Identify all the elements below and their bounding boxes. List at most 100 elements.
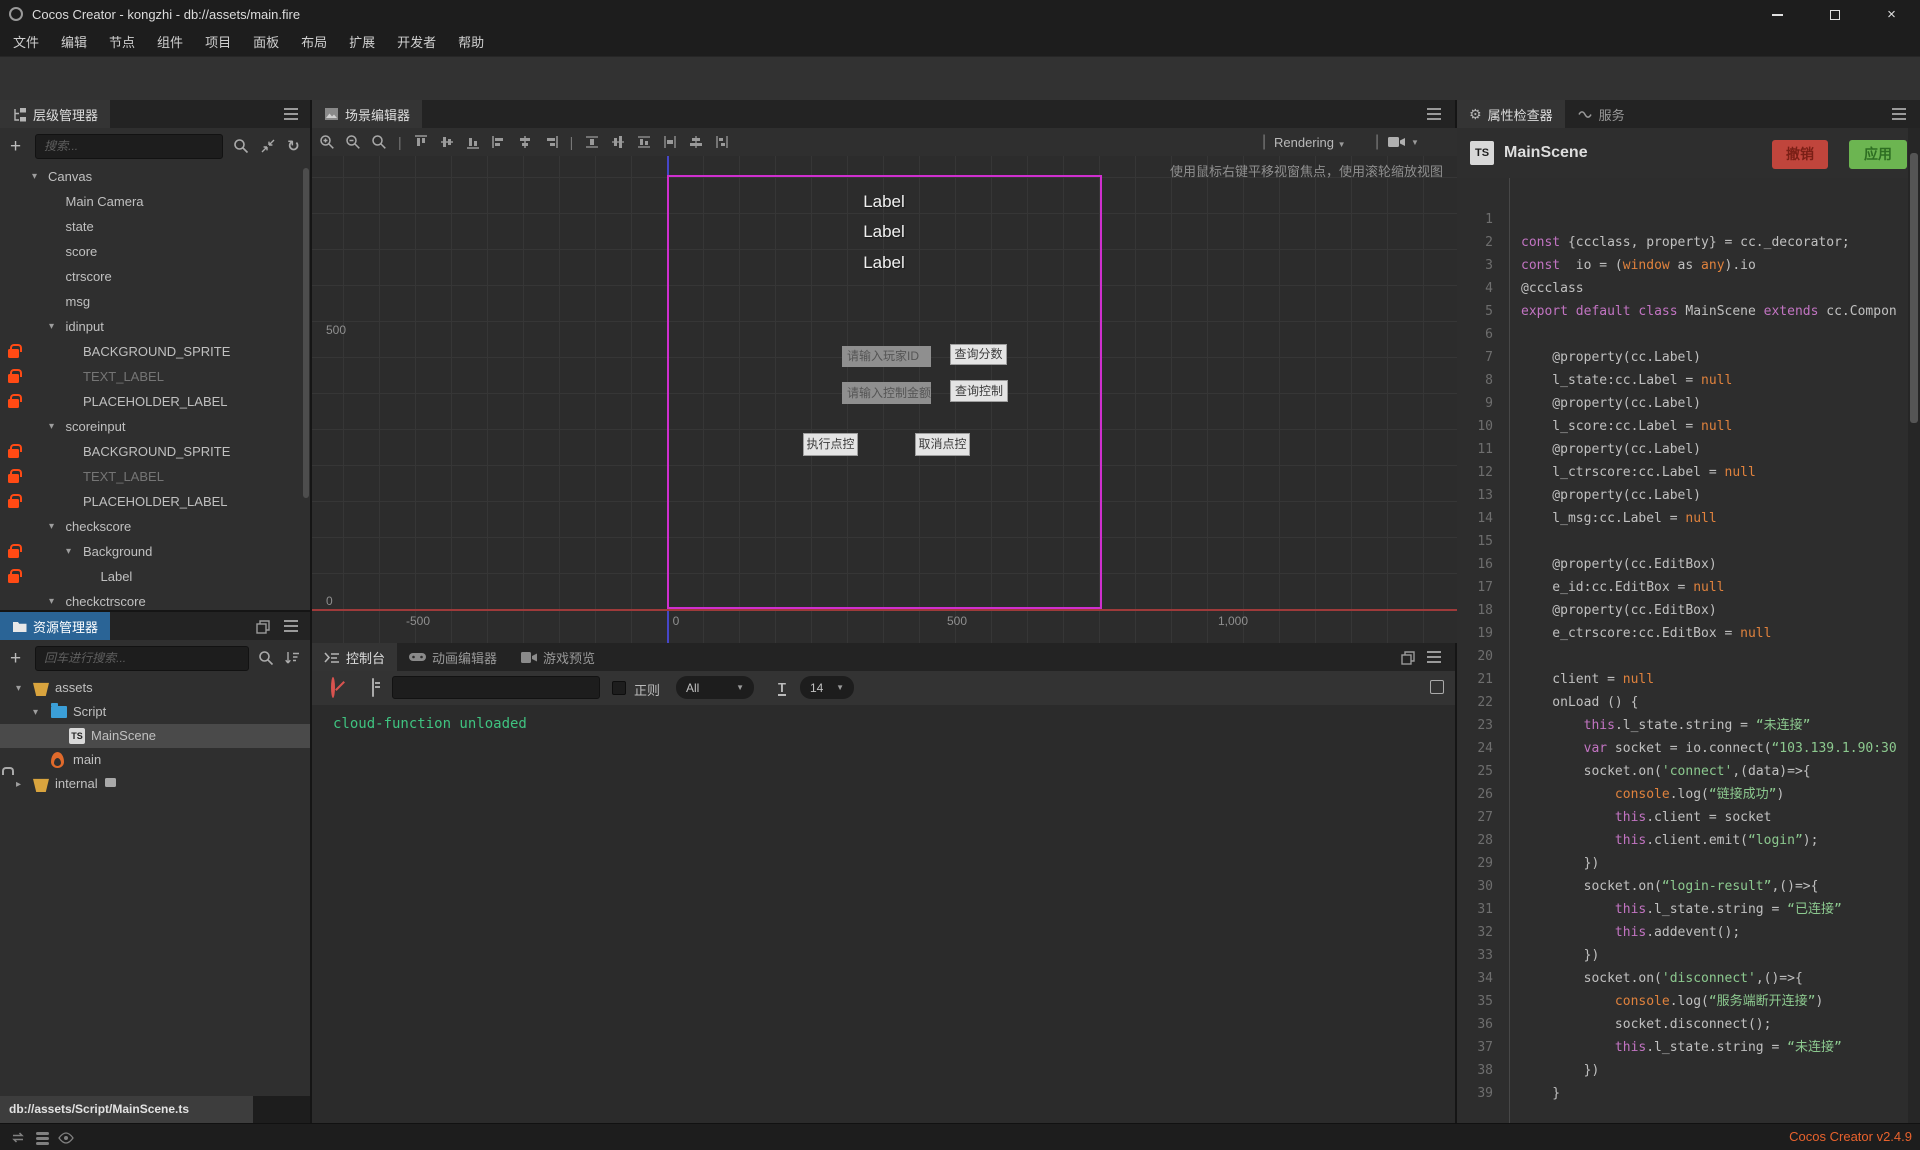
menu-item[interactable]: 节点 bbox=[98, 29, 146, 56]
expand-arrow-icon[interactable]: ▾ bbox=[49, 314, 54, 339]
tab-inspector[interactable]: ⚙ 属性检查器 bbox=[1457, 100, 1565, 128]
align-vcenter-icon[interactable] bbox=[434, 133, 460, 151]
expand-arrow-icon[interactable]: ▾ bbox=[33, 701, 38, 725]
tree-node[interactable]: BACKGROUND_SPRITE bbox=[0, 439, 310, 464]
expand-arrow-icon[interactable]: ▾ bbox=[66, 539, 71, 564]
scene-editbox-control-amount[interactable]: 请输入控制金额 bbox=[842, 382, 931, 404]
search-icon[interactable] bbox=[258, 650, 274, 666]
scene-label-node[interactable]: Label bbox=[863, 192, 905, 212]
tree-node[interactable]: ctrscore bbox=[0, 264, 310, 289]
clear-console-icon[interactable] bbox=[331, 677, 335, 698]
sort-icon[interactable] bbox=[284, 650, 300, 666]
distribute-left-icon[interactable] bbox=[657, 133, 683, 151]
align-top-icon[interactable] bbox=[408, 133, 434, 151]
eye-icon[interactable] bbox=[58, 1132, 74, 1144]
tab-animation-editor[interactable]: 动画编辑器 bbox=[397, 643, 509, 671]
expand-icon[interactable] bbox=[1430, 680, 1444, 694]
scene-button-execute-control[interactable]: 执行点控 bbox=[803, 433, 858, 456]
menu-item[interactable]: 扩展 bbox=[338, 29, 386, 56]
scene-button-query-control[interactable]: 查询控制 bbox=[950, 380, 1008, 402]
assets-search-input[interactable] bbox=[35, 646, 249, 671]
tree-node[interactable]: ▾checkctrscore bbox=[0, 589, 310, 612]
undo-button[interactable]: 撤销 bbox=[1772, 140, 1828, 169]
tree-node[interactable]: Label bbox=[0, 564, 310, 589]
zoom-in-icon[interactable] bbox=[314, 133, 340, 151]
zoom-out-icon[interactable] bbox=[340, 133, 366, 151]
menu-item[interactable]: 组件 bbox=[146, 29, 194, 56]
rendering-dropdown[interactable]: Rendering ▼ bbox=[1274, 135, 1346, 150]
code-scrollbar-track[interactable] bbox=[1908, 128, 1920, 1123]
hierarchy-scrollbar[interactable] bbox=[303, 168, 309, 498]
tree-node[interactable]: PLACEHOLDER_LABEL bbox=[0, 389, 310, 414]
scene-button-query-score[interactable]: 查询分数 bbox=[950, 344, 1007, 365]
tree-node[interactable]: ▾idinput bbox=[0, 314, 310, 339]
distribute-hcenter-icon[interactable] bbox=[683, 133, 709, 151]
copy-panel-icon[interactable] bbox=[256, 620, 270, 634]
menu-item[interactable]: 文件 bbox=[2, 29, 50, 56]
tree-node[interactable]: PLACEHOLDER_LABEL bbox=[0, 489, 310, 514]
add-asset-button[interactable]: + bbox=[10, 649, 21, 668]
menu-item[interactable]: 开发者 bbox=[386, 29, 447, 56]
scene-canvas[interactable]: 使用鼠标右键平移视窗焦点，使用滚轮缩放视图 Label Label Label … bbox=[312, 156, 1457, 643]
tab-scene-editor[interactable]: 场景编辑器 bbox=[312, 100, 422, 128]
collapse-all-icon[interactable] bbox=[260, 138, 276, 154]
asset-item[interactable]: TSMainScene bbox=[0, 724, 310, 748]
maximize-button[interactable] bbox=[1806, 0, 1863, 29]
scene-label-node[interactable]: Label bbox=[863, 253, 905, 273]
align-right-icon[interactable] bbox=[538, 133, 564, 151]
expand-arrow-icon[interactable]: ▾ bbox=[16, 677, 21, 701]
refresh-icon[interactable]: ↻ bbox=[287, 137, 300, 155]
expand-arrow-icon[interactable]: ▾ bbox=[49, 414, 54, 439]
tab-console[interactable]: 控制台 bbox=[312, 643, 397, 671]
sync-icon[interactable] bbox=[10, 1130, 26, 1145]
align-bottom-icon[interactable] bbox=[460, 133, 486, 151]
menu-item[interactable]: 编辑 bbox=[50, 29, 98, 56]
distribute-bottom-icon[interactable] bbox=[631, 133, 657, 151]
apply-button[interactable]: 应用 bbox=[1849, 140, 1907, 169]
scene-label-node[interactable]: Label bbox=[863, 222, 905, 242]
panel-menu-icon[interactable] bbox=[284, 113, 298, 115]
tree-node[interactable]: ▾Background bbox=[0, 539, 310, 564]
asset-item[interactable]: main bbox=[0, 748, 310, 772]
log-level-dropdown[interactable]: All▼ bbox=[676, 676, 754, 699]
distribute-right-icon[interactable] bbox=[709, 133, 735, 151]
tree-node[interactable]: Main Camera bbox=[0, 189, 310, 214]
expand-arrow-icon[interactable]: ▾ bbox=[32, 164, 37, 189]
distribute-top-icon[interactable] bbox=[579, 133, 605, 151]
hierarchy-search-input[interactable] bbox=[35, 134, 223, 159]
menu-item[interactable]: 面板 bbox=[242, 29, 290, 56]
menu-item[interactable]: 布局 bbox=[290, 29, 338, 56]
font-size-dropdown[interactable]: 14▼ bbox=[800, 676, 854, 699]
database-icon[interactable] bbox=[36, 1132, 49, 1135]
menu-item[interactable]: 帮助 bbox=[447, 29, 495, 56]
copy-panel-icon[interactable] bbox=[1401, 651, 1415, 665]
tree-node[interactable]: TEXT_LABEL bbox=[0, 364, 310, 389]
align-left-icon[interactable] bbox=[486, 133, 512, 151]
tab-game-preview[interactable]: 游戏预览 bbox=[509, 643, 607, 671]
panel-menu-icon[interactable] bbox=[1892, 113, 1906, 115]
scene-editbox-player-id[interactable]: 请输入玩家ID bbox=[842, 346, 931, 367]
asset-item[interactable]: ▸internal bbox=[0, 772, 310, 796]
tab-hierarchy[interactable]: 层级管理器 bbox=[0, 100, 110, 128]
tree-node[interactable]: ▾Canvas bbox=[0, 164, 310, 189]
hierarchy-assets-splitter[interactable] bbox=[0, 610, 310, 612]
log-file-icon[interactable] bbox=[372, 678, 374, 697]
tree-node[interactable]: state bbox=[0, 214, 310, 239]
code-scrollbar-thumb[interactable] bbox=[1910, 153, 1918, 423]
tree-node[interactable]: ▾scoreinput bbox=[0, 414, 310, 439]
zoom-reset-icon[interactable] bbox=[366, 133, 392, 151]
tab-assets[interactable]: 资源管理器 bbox=[0, 612, 110, 640]
scene-button-cancel-control[interactable]: 取消点控 bbox=[915, 433, 970, 456]
asset-item[interactable]: ▾Script bbox=[0, 700, 310, 724]
panel-menu-icon[interactable] bbox=[1427, 656, 1441, 658]
regex-checkbox[interactable] bbox=[612, 681, 626, 695]
expand-arrow-icon[interactable]: ▸ bbox=[16, 773, 21, 797]
console-filter-input[interactable] bbox=[392, 676, 600, 699]
add-node-button[interactable]: + bbox=[10, 137, 21, 156]
search-icon[interactable] bbox=[233, 138, 249, 154]
expand-arrow-icon[interactable]: ▾ bbox=[49, 514, 54, 539]
tree-node[interactable]: TEXT_LABEL bbox=[0, 464, 310, 489]
console-output-area[interactable]: cloud-function unloaded bbox=[312, 705, 1455, 1123]
align-hcenter-icon[interactable] bbox=[512, 133, 538, 151]
panel-menu-icon[interactable] bbox=[284, 625, 298, 627]
